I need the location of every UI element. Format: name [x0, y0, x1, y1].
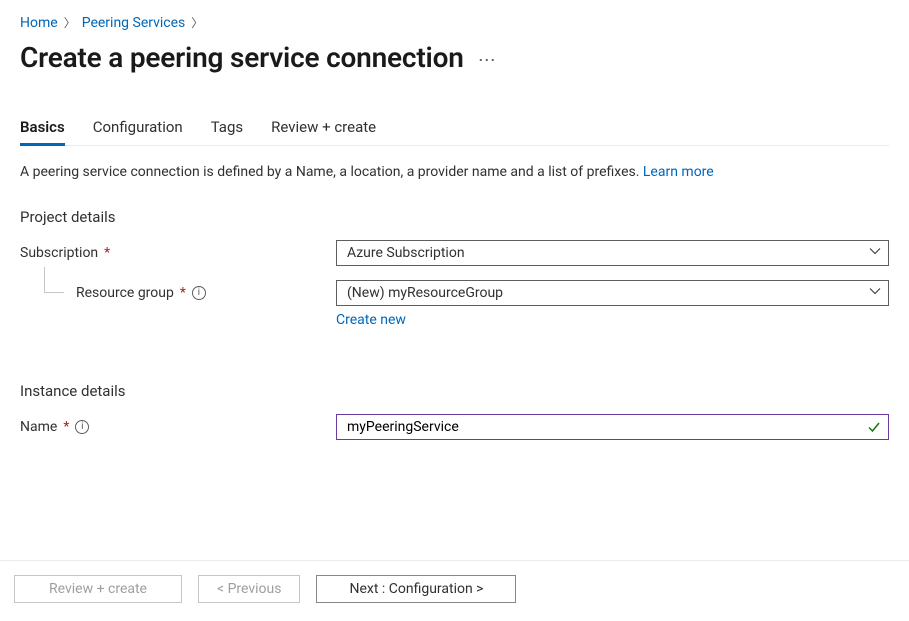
required-indicator: * — [63, 419, 69, 435]
next-button[interactable]: Next : Configuration > — [316, 575, 516, 603]
create-new-link[interactable]: Create new — [336, 312, 406, 328]
resource-group-value: (New) myResourceGroup — [347, 285, 503, 301]
subscription-select[interactable]: Azure Subscription — [336, 240, 889, 266]
chevron-right-icon: 〉 — [64, 14, 76, 31]
info-icon[interactable]: i — [75, 420, 89, 434]
review-create-button: Review + create — [14, 575, 182, 603]
info-icon[interactable]: i — [192, 286, 206, 300]
resource-group-select[interactable]: (New) myResourceGroup — [336, 280, 889, 306]
required-indicator: * — [180, 285, 186, 301]
breadcrumb-peering-services[interactable]: Peering Services — [82, 15, 186, 31]
chevron-right-icon: 〉 — [191, 14, 203, 31]
more-actions-icon[interactable]: ⋯ — [478, 50, 497, 71]
instance-details-heading: Instance details — [20, 382, 889, 400]
tab-basics[interactable]: Basics — [20, 118, 65, 145]
resource-group-label: Resource group — [76, 285, 174, 301]
project-details-heading: Project details — [20, 208, 889, 226]
intro-text: A peering service connection is defined … — [20, 164, 889, 180]
tab-configuration[interactable]: Configuration — [93, 118, 183, 145]
breadcrumb: Home 〉 Peering Services 〉 — [20, 14, 889, 31]
breadcrumb-home[interactable]: Home — [20, 15, 58, 31]
tree-line-icon — [44, 267, 64, 293]
intro-text-content: A peering service connection is defined … — [20, 164, 643, 180]
tab-review-create[interactable]: Review + create — [271, 118, 376, 145]
subscription-value: Azure Subscription — [347, 245, 465, 261]
subscription-label: Subscription — [20, 245, 98, 261]
name-label: Name — [20, 419, 57, 435]
required-indicator: * — [104, 245, 110, 261]
footer-actions: Review + create < Previous Next : Config… — [0, 560, 909, 621]
page-title: Create a peering service connection — [20, 41, 464, 74]
learn-more-link[interactable]: Learn more — [643, 164, 714, 180]
tabs: Basics Configuration Tags Review + creat… — [20, 118, 889, 146]
name-input[interactable] — [336, 414, 889, 440]
previous-button: < Previous — [198, 575, 300, 603]
tab-tags[interactable]: Tags — [211, 118, 243, 145]
